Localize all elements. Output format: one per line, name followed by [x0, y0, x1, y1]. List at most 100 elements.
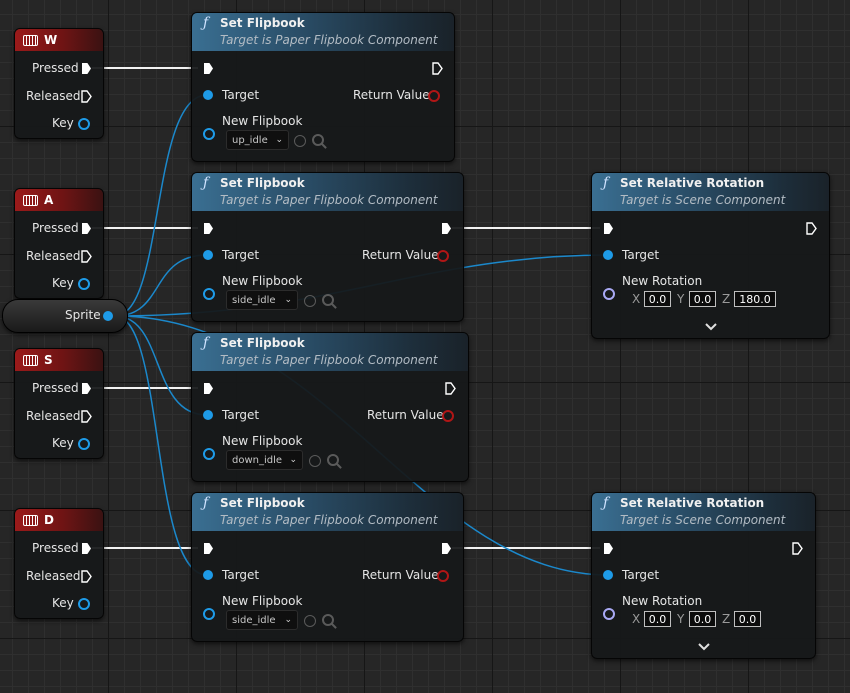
flipbook-value: side_idle: [232, 294, 276, 306]
search-icon[interactable]: [322, 614, 334, 626]
new-flipbook-label: New Flipbook: [222, 274, 303, 288]
sprite-output-pin[interactable]: [103, 311, 113, 321]
pressed-label: Pressed: [32, 221, 79, 235]
key-struct-pin[interactable]: [78, 438, 90, 450]
target-pin[interactable]: [603, 570, 613, 580]
node-title: Set Flipbook: [220, 176, 305, 190]
rotation-y-field[interactable]: 0.0: [689, 611, 716, 627]
released-exec-pin[interactable]: [81, 90, 92, 103]
browse-arrow-icon[interactable]: [309, 455, 321, 467]
node-subtitle: Target is Scene Component: [620, 513, 786, 527]
chevron-down-icon[interactable]: [705, 323, 717, 331]
released-label: Released: [26, 409, 81, 423]
exec-in-pin[interactable]: [204, 63, 213, 74]
z-value: 0.0: [738, 612, 757, 626]
target-pin[interactable]: [603, 250, 613, 260]
flipbook-dropdown[interactable]: side_idle ⌄: [226, 610, 298, 630]
node-subtitle: Target is Paper Flipbook Component: [220, 33, 438, 47]
set-flipbook-node-2[interactable]: ƒ Set Flipbook Target is Paper Flipbook …: [191, 172, 464, 322]
exec-out-pin[interactable]: [432, 62, 443, 75]
node-header: ƒ Set Flipbook Target is Paper Flipbook …: [192, 333, 468, 371]
key-struct-pin[interactable]: [78, 598, 90, 610]
exec-in-pin[interactable]: [604, 543, 613, 554]
exec-in-pin[interactable]: [204, 543, 213, 554]
node-title: Set Flipbook: [220, 496, 305, 510]
rotation-x-field[interactable]: 0.0: [644, 611, 671, 627]
flipbook-dropdown[interactable]: side_idle ⌄: [226, 290, 298, 310]
pressed-exec-pin[interactable]: [82, 383, 91, 394]
exec-out-pin[interactable]: [445, 382, 456, 395]
search-icon[interactable]: [327, 454, 339, 466]
new-flipbook-label: New Flipbook: [222, 434, 303, 448]
sprite-variable-node[interactable]: Sprite: [2, 299, 128, 333]
exec-out-pin[interactable]: [806, 222, 817, 235]
set-relative-rotation-node-2[interactable]: ƒ Set Relative Rotation Target is Scene …: [591, 492, 816, 659]
rotation-x-field[interactable]: 0.0: [644, 291, 671, 307]
key-struct-pin[interactable]: [78, 118, 90, 130]
rotation-y-field[interactable]: 0.0: [689, 291, 716, 307]
function-icon: ƒ: [203, 335, 209, 351]
return-value-pin[interactable]: [437, 250, 449, 262]
exec-in-pin[interactable]: [604, 223, 613, 234]
sprite-label: Sprite: [65, 308, 101, 322]
z-value: 180.0: [739, 292, 771, 306]
return-value-pin[interactable]: [428, 90, 440, 102]
key-struct-pin[interactable]: [78, 278, 90, 290]
node-header: ƒ Set Flipbook Target is Paper Flipbook …: [192, 173, 463, 211]
pressed-exec-pin[interactable]: [82, 543, 91, 554]
released-label: Released: [26, 569, 81, 583]
new-flipbook-pin[interactable]: [203, 288, 215, 300]
new-rotation-pin[interactable]: [603, 288, 615, 300]
z-label: Z: [722, 292, 731, 306]
new-flipbook-pin[interactable]: [203, 448, 215, 460]
chevron-down-icon: ⌄: [284, 295, 292, 305]
y-label: Y: [677, 612, 685, 626]
node-subtitle: Target is Scene Component: [620, 193, 786, 207]
pressed-exec-pin[interactable]: [82, 223, 91, 234]
released-exec-pin[interactable]: [81, 570, 92, 583]
new-flipbook-pin[interactable]: [203, 128, 215, 140]
target-pin[interactable]: [203, 90, 213, 100]
return-value-pin[interactable]: [442, 410, 454, 422]
exec-in-pin[interactable]: [204, 223, 213, 234]
set-relative-rotation-node-1[interactable]: ƒ Set Relative Rotation Target is Scene …: [591, 172, 830, 339]
x-label: X: [632, 612, 641, 626]
released-exec-pin[interactable]: [81, 250, 92, 263]
return-value-pin[interactable]: [437, 570, 449, 582]
target-pin[interactable]: [203, 570, 213, 580]
exec-out-pin[interactable]: [792, 542, 803, 555]
browse-arrow-icon[interactable]: [304, 295, 316, 307]
browse-arrow-icon[interactable]: [294, 135, 306, 147]
new-flipbook-pin[interactable]: [203, 608, 215, 620]
target-pin[interactable]: [203, 410, 213, 420]
set-flipbook-node-3[interactable]: ƒ Set Flipbook Target is Paper Flipbook …: [191, 332, 469, 482]
flipbook-dropdown[interactable]: up_idle ⌄: [226, 130, 289, 150]
set-flipbook-node-1[interactable]: ƒ Set Flipbook Target is Paper Flipbook …: [191, 12, 455, 162]
browse-arrow-icon[interactable]: [304, 615, 316, 627]
return-value-label: Return Value: [362, 568, 439, 582]
exec-out-pin[interactable]: [442, 543, 451, 554]
target-pin[interactable]: [203, 250, 213, 260]
pressed-exec-pin[interactable]: [82, 63, 91, 74]
keyboard-icon: [23, 514, 38, 526]
key-event-a[interactable]: A Pressed Released Key: [14, 188, 104, 299]
key-event-s[interactable]: S Pressed Released Key: [14, 348, 104, 459]
exec-out-pin[interactable]: [442, 223, 451, 234]
flipbook-dropdown[interactable]: down_idle ⌄: [226, 450, 303, 470]
key-name: D: [44, 513, 54, 527]
set-flipbook-node-4[interactable]: ƒ Set Flipbook Target is Paper Flipbook …: [191, 492, 464, 642]
new-flipbook-label: New Flipbook: [222, 114, 303, 128]
released-exec-pin[interactable]: [81, 410, 92, 423]
rotation-z-field[interactable]: 0.0: [734, 611, 761, 627]
key-event-d[interactable]: D Pressed Released Key: [14, 508, 104, 619]
search-icon[interactable]: [322, 294, 334, 306]
exec-in-pin[interactable]: [204, 383, 213, 394]
key-event-w[interactable]: W Pressed Released Key: [14, 28, 104, 139]
chevron-down-icon[interactable]: [698, 643, 710, 651]
new-rotation-pin[interactable]: [603, 608, 615, 620]
search-icon[interactable]: [312, 134, 324, 146]
rotation-z-field[interactable]: 180.0: [734, 291, 776, 307]
key-label: Key: [52, 116, 74, 130]
target-label: Target: [222, 568, 260, 582]
key-event-header: D: [15, 509, 103, 531]
